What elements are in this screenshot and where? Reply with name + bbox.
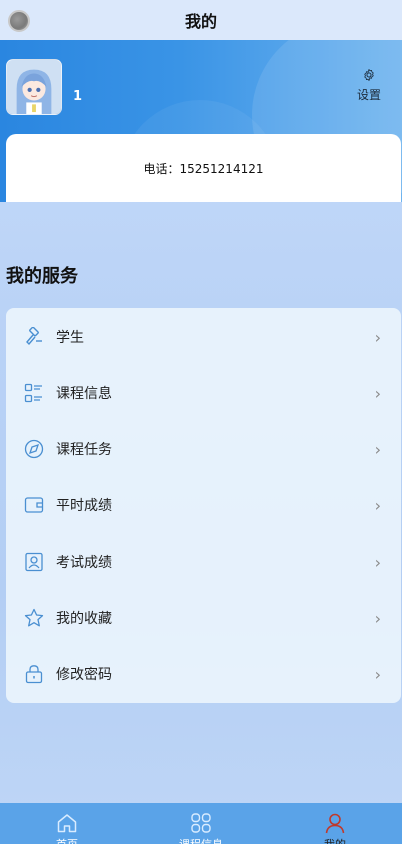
- status-dot-icon: [8, 10, 30, 32]
- wallet-icon: [24, 495, 44, 515]
- tab-mine[interactable]: 我的: [268, 803, 402, 844]
- contact-card: 电话：15251214121: [6, 134, 401, 202]
- tab-course-info[interactable]: 课程信息: [134, 803, 268, 844]
- chevron-right-icon: ›: [374, 552, 381, 572]
- grid-icon: [191, 813, 211, 833]
- avatar[interactable]: [6, 59, 62, 115]
- service-item-student[interactable]: 学生 ›: [6, 309, 401, 365]
- chevron-right-icon: ›: [374, 608, 381, 628]
- services-title: 我的服务: [6, 266, 78, 287]
- service-label: 学生: [56, 330, 84, 346]
- service-label: 考试成绩: [56, 555, 112, 571]
- chevron-right-icon: ›: [374, 439, 381, 459]
- page-title: 我的: [184, 12, 217, 31]
- tab-label: 课程信息: [134, 836, 268, 844]
- service-item-course-info[interactable]: 课程信息 ›: [6, 365, 401, 421]
- home-icon: [57, 814, 77, 833]
- phone-text: 电话：15251214121: [143, 161, 264, 176]
- hammer-icon: [24, 327, 44, 347]
- service-label: 课程任务: [56, 442, 112, 458]
- service-item-course-task[interactable]: 课程任务 ›: [6, 421, 401, 477]
- chevron-right-icon: ›: [374, 664, 381, 684]
- top-bar: 我的: [0, 0, 402, 40]
- service-label: 修改密码: [56, 667, 112, 683]
- service-label: 我的收藏: [56, 611, 112, 627]
- tab-label: 首页: [0, 836, 134, 844]
- settings-label: 设置: [356, 88, 381, 102]
- tab-label: 我的: [268, 836, 402, 844]
- settings-button[interactable]: 设置: [352, 68, 386, 103]
- service-label: 课程信息: [56, 386, 112, 402]
- service-item-favorites[interactable]: 我的收藏 ›: [6, 590, 401, 646]
- service-item-change-password[interactable]: 修改密码 ›: [6, 646, 401, 702]
- bottom-tab-bar: 首页 课程信息 我的: [0, 803, 402, 844]
- compass-icon: [24, 439, 44, 459]
- star-icon: [24, 608, 44, 628]
- user-icon: [325, 813, 345, 834]
- list-icon: [24, 383, 44, 403]
- service-item-regular-grade[interactable]: 平时成绩 ›: [6, 477, 401, 533]
- service-label: 平时成绩: [56, 498, 112, 514]
- chevron-right-icon: ›: [374, 383, 381, 403]
- gear-icon: [364, 69, 374, 81]
- tab-home[interactable]: 首页: [0, 803, 134, 844]
- service-item-exam-grade[interactable]: 考试成绩 ›: [6, 534, 401, 590]
- services-card: 学生 › 课程信息 › 课程任务 › 平时成绩 › 考试成绩 › 我的收藏 › …: [6, 308, 401, 703]
- chevron-right-icon: ›: [374, 327, 381, 347]
- id-card-icon: [24, 552, 44, 572]
- lock-icon: [24, 664, 44, 684]
- username: 1: [73, 89, 83, 104]
- chevron-right-icon: ›: [374, 495, 381, 515]
